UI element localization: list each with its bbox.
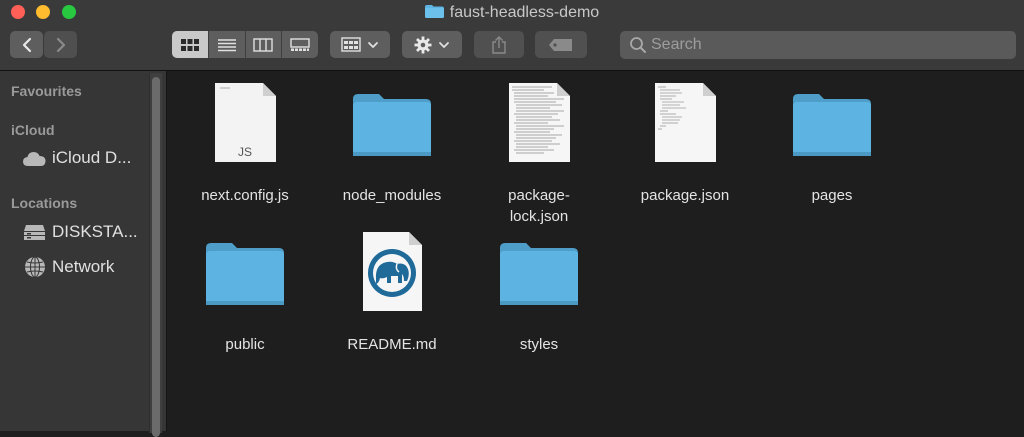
folder-item-public[interactable]: public	[170, 231, 320, 355]
file-name: next.config.js	[201, 187, 289, 204]
file-name: node_modules	[342, 187, 442, 204]
text-file-icon	[509, 83, 570, 162]
file-item-package-json[interactable]: package.json	[610, 82, 760, 206]
folder-item-node-modules[interactable]: node_modules	[317, 82, 467, 206]
sidebar-item-label: Network	[52, 257, 115, 276]
file-name: README.md	[347, 336, 437, 353]
sidebar-item-icloud-drive[interactable]: iCloud D...	[22, 146, 131, 170]
sidebar-item-label: DISKSTA...	[52, 222, 138, 241]
window-toolbar: faust-headless-demo	[0, 0, 1024, 71]
sidebar-header-locations: Locations	[11, 195, 78, 211]
action-button[interactable]	[402, 31, 462, 58]
file-name: public	[225, 336, 265, 353]
search-field[interactable]	[620, 31, 1016, 59]
chevron-right-icon	[56, 37, 65, 52]
disk-icon	[22, 221, 47, 243]
file-name: pages	[811, 187, 853, 204]
folder-icon	[206, 243, 284, 305]
file-name: styles	[519, 336, 559, 353]
file-name: package.json	[640, 187, 730, 204]
share-button[interactable]	[474, 31, 524, 58]
scrollbar-thumb[interactable]	[152, 77, 160, 437]
share-icon	[492, 35, 506, 54]
sidebar-header-favourites: Favourites	[11, 83, 82, 99]
markdown-file-icon	[363, 232, 422, 311]
folder-icon	[353, 94, 431, 156]
folder-item-pages[interactable]: pages	[757, 82, 907, 206]
tag-button[interactable]	[535, 31, 587, 58]
folder-icon	[793, 94, 871, 156]
list-view-button[interactable]	[209, 31, 246, 58]
columns-icon	[253, 37, 274, 52]
chevron-left-icon	[22, 37, 31, 52]
gear-icon	[414, 36, 432, 53]
gallery-icon	[290, 37, 310, 51]
cloud-icon	[22, 147, 47, 169]
search-icon	[630, 37, 646, 53]
back-button[interactable]	[10, 31, 43, 58]
chevron-down-icon	[439, 41, 449, 48]
window-title: faust-headless-demo	[0, 3, 1024, 23]
folder-icon	[500, 243, 578, 305]
file-item-readme[interactable]: README.md	[317, 231, 467, 355]
globe-icon	[22, 256, 47, 278]
column-view-button[interactable]	[246, 31, 283, 58]
grid-icon	[180, 38, 199, 51]
group-by-icon	[341, 37, 361, 52]
icon-view-button[interactable]	[172, 31, 209, 58]
file-item-next-config[interactable]: JS next.config.js	[170, 82, 320, 206]
sidebar-scrollbar[interactable]	[149, 73, 162, 437]
text-file-icon	[655, 83, 716, 162]
file-item-package-lock[interactable]: package- lock.json	[464, 82, 614, 227]
window-title-text: faust-headless-demo	[449, 4, 600, 21]
folder-icon	[424, 5, 444, 18]
gallery-view-button[interactable]	[282, 31, 318, 58]
view-mode-control	[172, 31, 318, 58]
forward-button[interactable]	[44, 31, 77, 58]
file-name: package- lock.json	[508, 187, 570, 225]
file-grid: JS next.config.js node_modules package- …	[167, 71, 1024, 431]
folder-item-styles[interactable]: styles	[464, 231, 614, 355]
file-badge: JS	[237, 145, 252, 159]
sidebar-item-diskstation[interactable]: DISKSTA...	[22, 220, 138, 244]
tag-icon	[549, 38, 572, 51]
group-by-button[interactable]	[330, 31, 390, 58]
sidebar: Favourites iCloud iCloud D... Locations …	[0, 71, 167, 437]
sidebar-item-network[interactable]: Network	[22, 255, 114, 279]
sidebar-item-label: iCloud D...	[52, 148, 132, 167]
search-input[interactable]	[647, 36, 1016, 54]
sidebar-header-icloud: iCloud	[11, 122, 55, 138]
chevron-down-icon	[368, 41, 378, 48]
list-icon	[217, 38, 236, 51]
